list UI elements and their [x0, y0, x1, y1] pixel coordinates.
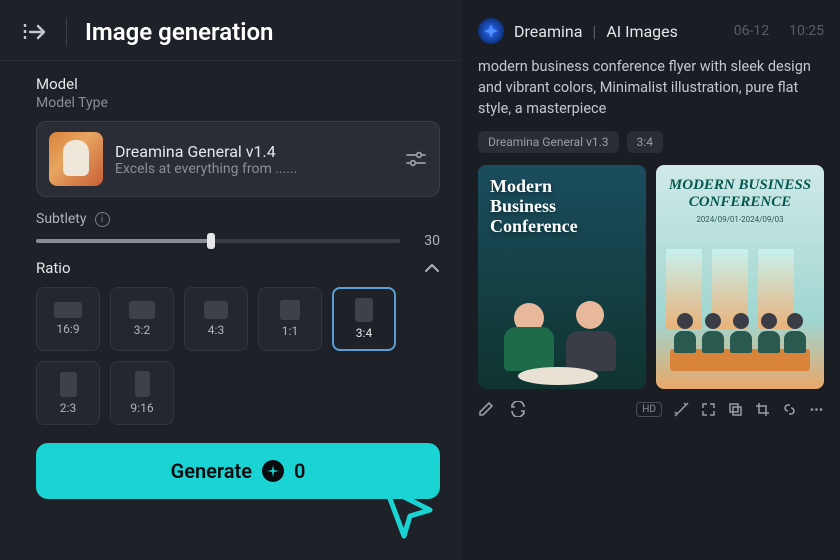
crop-icon[interactable] [755, 402, 770, 417]
layers-icon[interactable] [728, 402, 743, 417]
model-settings-icon[interactable] [405, 150, 427, 168]
generated-image-1[interactable]: Modern Business Conference [478, 165, 646, 389]
result-time: 10:25 [789, 23, 824, 39]
image2-title: MODERN BUSINESS CONFERENCE [656, 177, 824, 210]
dreamina-logo-icon [478, 18, 504, 44]
link-icon[interactable] [782, 402, 797, 417]
expand-icon[interactable] [701, 402, 716, 417]
ratio-shape-icon [204, 301, 228, 319]
regenerate-icon[interactable] [510, 401, 526, 417]
ratio-shape-icon [60, 372, 77, 397]
subtlety-value: 30 [414, 233, 440, 249]
ratio-option-label: 2:3 [60, 401, 76, 415]
ratio-option-label: 3:4 [356, 326, 372, 340]
generate-credit-icon [262, 460, 284, 482]
cursor-icon [380, 482, 440, 542]
subtlety-slider[interactable] [36, 239, 400, 243]
result-tag[interactable]: Dreamina General v1.3 [478, 131, 619, 153]
result-separator: | [592, 22, 596, 41]
wand-icon[interactable] [674, 402, 689, 417]
collapse-icon[interactable] [22, 21, 48, 43]
ratio-option-3-4[interactable]: 3:4 [332, 287, 396, 351]
ratio-option-3-2[interactable]: 3:2 [110, 287, 174, 351]
ratio-option-label: 16:9 [56, 322, 79, 336]
ratio-option-2-3[interactable]: 2:3 [36, 361, 100, 425]
ratio-option-9-16[interactable]: 9:16 [110, 361, 174, 425]
ratio-option-label: 4:3 [208, 323, 224, 337]
model-description: Excels at everything from ...... [115, 161, 335, 177]
header-separator [66, 18, 67, 46]
chevron-up-icon[interactable] [424, 263, 440, 273]
generate-cost: 0 [294, 459, 305, 483]
ratio-option-label: 3:2 [134, 323, 150, 337]
model-name: Dreamina General v1.4 [115, 142, 393, 161]
model-selector[interactable]: Dreamina General v1.4 Excels at everythi… [36, 121, 440, 197]
more-icon[interactable] [809, 402, 824, 417]
ratio-shape-icon [135, 371, 150, 397]
ratio-option-4-3[interactable]: 4:3 [184, 287, 248, 351]
ratio-option-label: 9:16 [130, 401, 153, 415]
subtlety-label: Subtlety [36, 211, 87, 227]
ratio-shape-icon [129, 301, 155, 319]
hd-badge[interactable]: HD [636, 402, 662, 417]
ratio-label: Ratio [36, 259, 71, 277]
ratio-option-16-9[interactable]: 16:9 [36, 287, 100, 351]
model-type-label: Model Type [36, 95, 440, 111]
image2-date: 2024/09/01-2024/09/03 [656, 215, 824, 224]
model-section-label: Model [36, 75, 440, 93]
prompt-text: modern business conference flyer with sl… [478, 56, 824, 119]
model-thumbnail [49, 132, 103, 186]
result-date: 06-12 [734, 23, 769, 39]
image1-title: Modern Business Conference [490, 177, 578, 236]
ratio-shape-icon [355, 298, 373, 322]
ratio-option-1-1[interactable]: 1:1 [258, 287, 322, 351]
slider-thumb[interactable] [207, 233, 215, 249]
panel-title: Image generation [85, 18, 273, 46]
generated-image-2[interactable]: MODERN BUSINESS CONFERENCE 2024/09/01-20… [656, 165, 824, 389]
ratio-option-label: 1:1 [282, 324, 298, 338]
result-kind: AI Images [606, 22, 678, 41]
info-icon[interactable]: i [95, 212, 110, 227]
ratio-shape-icon [280, 300, 300, 320]
result-tag[interactable]: 3:4 [627, 131, 663, 153]
edit-icon[interactable] [478, 401, 494, 417]
generate-label: Generate [171, 459, 252, 483]
ratio-shape-icon [54, 302, 82, 318]
result-source: Dreamina [514, 22, 582, 41]
